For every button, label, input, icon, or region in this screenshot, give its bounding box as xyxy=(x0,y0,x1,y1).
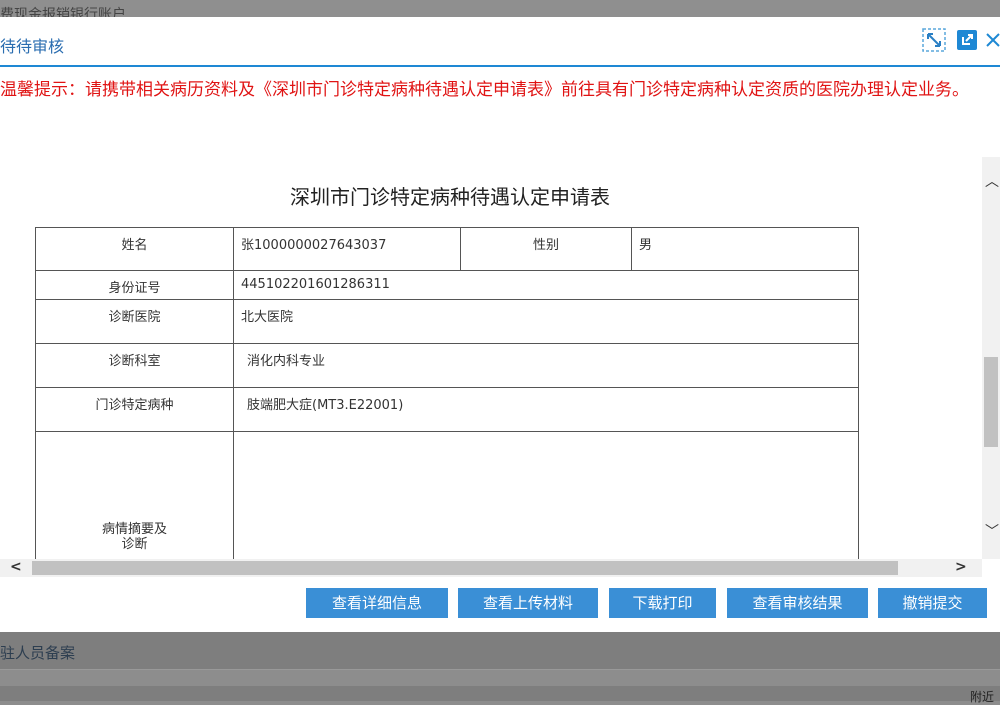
download-print-button[interactable]: 下载打印 xyxy=(609,588,716,618)
warm-tip: 温馨提示：请携带相关病历资料及《深圳市门诊特定病种待遇认定申请表》前往具有门诊特… xyxy=(0,80,969,100)
background-row-1: 驻人员备案 xyxy=(0,632,1000,670)
view-materials-button[interactable]: 查看上传材料 xyxy=(458,588,598,618)
hospital-label: 诊断医院 xyxy=(35,299,234,344)
table-row: 身份证号 445102201601286311 xyxy=(35,270,859,300)
scroll-up-icon[interactable]: ︿ xyxy=(985,171,999,191)
vertical-scrollbar[interactable]: ︿ ﹀ xyxy=(982,157,1000,559)
summary-value xyxy=(233,431,859,559)
horizontal-scrollbar[interactable]: < > xyxy=(0,559,982,577)
dialog-title: 待待审核 xyxy=(0,37,65,56)
background-row-1-text: 驻人员备案 xyxy=(0,644,76,662)
form-viewport: 深圳市门诊特定病种待遇认定申请表 姓名 张1000000027643037 性别… xyxy=(0,157,982,559)
summary-label: 病情摘要及 诊断 xyxy=(35,431,234,559)
background-row-2: 附近 xyxy=(0,686,1000,704)
form-title: 深圳市门诊特定病种待遇认定申请表 xyxy=(290,185,610,209)
vertical-scroll-thumb[interactable] xyxy=(984,357,998,447)
scroll-down-icon[interactable]: ﹀ xyxy=(985,521,999,541)
table-row: 门诊特定病种 肢端肥大症(MT3.E22001) xyxy=(35,387,859,432)
view-detail-button[interactable]: 查看详细信息 xyxy=(306,588,448,618)
gender-value: 男 xyxy=(631,227,859,271)
hospital-value: 北大医院 xyxy=(233,299,859,344)
horizontal-scroll-thumb[interactable] xyxy=(32,561,898,575)
scroll-left-icon[interactable]: < xyxy=(10,559,22,575)
gender-label: 性别 xyxy=(460,227,632,271)
dialog-title-bar: 待待审核 xyxy=(0,17,1000,67)
open-external-icon[interactable] xyxy=(955,28,979,52)
table-row: 姓名 张1000000027643037 性别 男 xyxy=(35,227,859,271)
name-label: 姓名 xyxy=(35,227,234,271)
id-label: 身份证号 xyxy=(35,270,234,300)
id-value: 445102201601286311 xyxy=(233,270,859,300)
review-dialog: 待待审核 温馨提示：请携带相关病历资料及《深圳市门诊特定病种待遇认定申请表》前往… xyxy=(0,17,1000,632)
department-value: 消化内科专业 xyxy=(233,343,859,388)
table-row: 诊断科室 消化内科专业 xyxy=(35,343,859,388)
table-row: 病情摘要及 诊断 xyxy=(35,431,859,559)
view-result-button[interactable]: 查看审核结果 xyxy=(727,588,868,618)
background-header: 费现金报销银行账户 xyxy=(0,0,1000,17)
scroll-right-icon[interactable]: > xyxy=(955,559,967,575)
background-header-text: 费现金报销银行账户 xyxy=(0,7,126,17)
summary-label-line-2: 诊断 xyxy=(121,537,148,552)
maximize-icon[interactable] xyxy=(922,28,946,52)
revoke-submit-button[interactable]: 撤销提交 xyxy=(878,588,987,618)
disease-value: 肢端肥大症(MT3.E22001) xyxy=(233,387,859,432)
application-form-table: 姓名 张1000000027643037 性别 男 身份证号 445102201… xyxy=(35,227,859,559)
department-label: 诊断科室 xyxy=(35,343,234,388)
table-row: 诊断医院 北大医院 xyxy=(35,299,859,344)
name-value: 张1000000027643037 xyxy=(233,227,461,271)
disease-label: 门诊特定病种 xyxy=(35,387,234,432)
summary-label-line-1: 病情摘要及 xyxy=(101,522,167,537)
close-icon[interactable] xyxy=(986,33,1000,47)
background-row-2-text: 附近 xyxy=(970,690,995,704)
